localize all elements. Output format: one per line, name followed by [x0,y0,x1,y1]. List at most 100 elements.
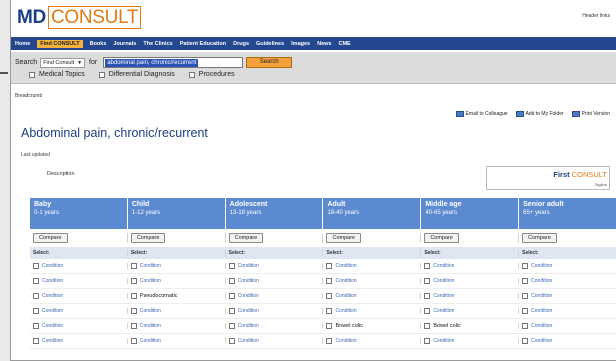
condition-link[interactable]: Condition [238,263,259,269]
condition-link[interactable]: Condition [140,308,161,314]
search-input[interactable]: abdominal pain, chronic/recurrent [103,57,244,68]
condition-link[interactable]: Condition [140,338,161,344]
condition-checkbox[interactable] [424,323,431,329]
condition-checkbox[interactable] [130,293,137,299]
nav-item-news[interactable]: News [317,41,331,47]
condition-checkbox[interactable] [326,293,333,299]
condition-link[interactable]: Condition [238,278,259,284]
checkbox[interactable] [188,71,195,78]
condition-checkbox[interactable] [228,308,235,314]
condition-checkbox[interactable] [228,293,235,299]
condition-link[interactable]: Condition [531,338,552,344]
condition-link[interactable]: Condition [140,263,161,269]
condition-link[interactable]: Condition [335,308,356,314]
condition-link[interactable]: Condition [42,278,63,284]
condition-link[interactable]: Condition [238,338,259,344]
condition-link[interactable]: Condition [140,323,161,329]
condition-checkbox[interactable] [326,263,333,269]
compare-button[interactable]: Compare [130,233,166,243]
condition-link[interactable]: Condition [531,278,552,284]
nav-item-images[interactable]: Images [291,41,310,47]
condition-link[interactable]: Condition [335,278,356,284]
condition-link[interactable]: Condition [433,278,454,284]
condition-link[interactable]: Condition [42,308,63,314]
condition-checkbox[interactable] [326,278,333,284]
condition-link[interactable]: Condition [531,293,552,299]
nav-item-cme[interactable]: CME [339,41,351,47]
email-colleague-link[interactable]: Email to Colleague [455,111,508,117]
condition-link[interactable]: Condition [433,308,454,314]
condition-checkbox[interactable] [33,308,39,314]
condition-checkbox[interactable] [424,308,431,314]
condition-checkbox[interactable] [522,308,529,314]
condition-link[interactable]: Condition [335,263,356,269]
condition-link[interactable]: Condition [140,278,161,284]
condition-link[interactable]: Condition [42,263,63,269]
nav-item-home[interactable]: Home [15,41,30,47]
md-consult-logo[interactable]: MD CONSULT [17,6,142,29]
condition-checkbox[interactable] [33,338,39,344]
breadcrumb[interactable]: Breadcrumb [15,93,42,99]
condition-checkbox[interactable] [33,263,39,269]
top-links[interactable]: Header links [582,13,610,19]
condition-link[interactable]: Condition [42,338,63,344]
condition-checkbox[interactable] [130,308,137,314]
search-scope-select[interactable]: Find Consult ▼ [40,57,86,68]
condition-link[interactable]: Pseudocomatic [140,293,178,299]
print-version-link[interactable]: Print Version [571,111,610,117]
filter-medical-topics[interactable]: Medical Topics [29,71,85,78]
first-consult-promo[interactable]: First CONSULT Tagline [486,166,610,190]
condition-checkbox[interactable] [33,323,39,329]
condition-checkbox[interactable] [228,263,235,269]
condition-checkbox[interactable] [326,338,333,344]
condition-checkbox[interactable] [424,338,431,344]
condition-link[interactable]: Condition [42,323,63,329]
checkbox[interactable] [29,71,35,78]
nav-item-guidelines[interactable]: Guidelines [256,41,284,47]
nav-item-books[interactable]: Books [90,41,107,47]
condition-checkbox[interactable] [522,278,529,284]
condition-checkbox[interactable] [130,323,137,329]
add-to-folder-link[interactable]: Add to My Folder [515,111,564,117]
condition-checkbox[interactable] [522,323,529,329]
condition-link[interactable]: Condition [335,338,356,344]
condition-checkbox[interactable] [424,263,431,269]
condition-checkbox[interactable] [522,263,529,269]
condition-link[interactable]: Condition [433,263,454,269]
condition-link[interactable]: Condition [433,293,454,299]
condition-link[interactable]: Condition [433,338,454,344]
nav-item-patient-education[interactable]: Patient Education [180,41,226,47]
compare-button[interactable]: Compare [33,233,68,243]
condition-checkbox[interactable] [424,293,431,299]
condition-checkbox[interactable] [130,263,137,269]
condition-checkbox[interactable] [228,338,235,344]
condition-link[interactable]: Condition [238,323,259,329]
filter-procedures[interactable]: Procedures [188,71,235,78]
condition-link[interactable]: Condition [531,263,552,269]
condition-checkbox[interactable] [130,278,137,284]
filter-differential-diagnosis[interactable]: Differential Diagnosis [98,71,175,78]
condition-checkbox[interactable] [33,278,39,284]
checkbox[interactable] [98,71,105,78]
compare-button[interactable]: Compare [326,233,362,243]
condition-checkbox[interactable] [228,323,235,329]
condition-link[interactable]: Bowel colic [335,323,363,329]
condition-checkbox[interactable] [326,323,333,329]
nav-item-journals[interactable]: Journals [113,41,136,47]
nav-item-find-consult[interactable]: Find CONSULT [37,39,83,48]
condition-checkbox[interactable] [326,308,333,314]
compare-button[interactable]: Compare [228,233,264,243]
condition-checkbox[interactable] [228,278,235,284]
nav-item-clinics[interactable]: The Clinics [143,41,172,47]
condition-link[interactable]: Condition [42,293,63,299]
condition-link[interactable]: Condition [238,293,259,299]
compare-button[interactable]: Compare [522,233,557,243]
nav-item-drugs[interactable]: Drugs [233,41,249,47]
condition-link[interactable]: Condition [531,323,552,329]
condition-link[interactable]: Bowel colic [433,323,461,329]
condition-checkbox[interactable] [424,278,431,284]
compare-button[interactable]: Compare [424,233,459,243]
condition-checkbox[interactable] [522,338,529,344]
condition-link[interactable]: Condition [531,308,552,314]
search-button[interactable]: Search [246,57,293,68]
